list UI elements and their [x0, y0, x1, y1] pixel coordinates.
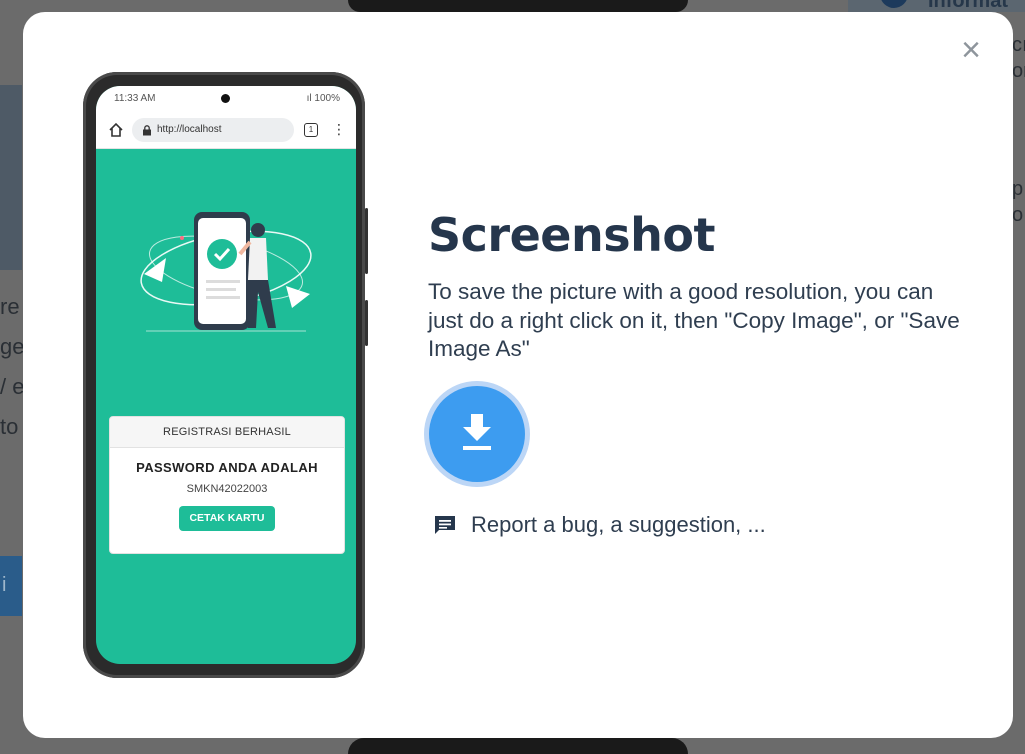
home-icon	[109, 122, 123, 137]
success-illustration	[140, 212, 312, 332]
download-icon	[463, 414, 491, 450]
background-text: / e	[0, 374, 25, 399]
browser-url-bar: http://localhost 1 ⋮	[96, 112, 356, 149]
print-card-button[interactable]: CETAK KARTU	[179, 506, 275, 531]
phone-mockup: 11:33 AM ıl 100% http://localhost 1 ⋮ RE…	[83, 72, 368, 678]
address-bar: http://localhost	[132, 118, 294, 142]
background-text: ge	[0, 334, 25, 359]
menu-dots-icon: ⋮	[332, 121, 346, 137]
registration-result-card: REGISTRASI BERHASIL PASSWORD ANDA ADALAH…	[109, 416, 345, 554]
password-code: SMKN42022003	[186, 483, 268, 495]
download-button[interactable]	[424, 381, 530, 487]
report-text: Report a bug, a suggestion, ...	[471, 512, 766, 537]
background-text: to	[0, 414, 19, 439]
card-header: REGISTRASI BERHASIL	[110, 417, 344, 448]
modal-description: To save the picture with a good resoluti…	[428, 279, 960, 361]
close-button[interactable]: ×	[957, 33, 985, 67]
background-phone-bottom	[348, 738, 688, 754]
background-sidebar-panel	[0, 85, 22, 270]
tab-count-icon: 1	[304, 123, 318, 137]
background-text: re	[0, 294, 20, 319]
background-button: i	[0, 556, 22, 616]
background-text: o	[1012, 204, 1024, 226]
background-text: p	[1012, 178, 1024, 200]
background-phone-top	[348, 0, 688, 12]
battery-status: ıl 100%	[306, 93, 340, 104]
download-button-inner	[429, 386, 525, 482]
screenshot-modal: × 11:33 AM ıl 100% http://localhost 1 ⋮ …	[23, 12, 1013, 738]
background-button-label: i	[2, 574, 7, 596]
status-bar: 11:33 AM ıl 100%	[96, 86, 356, 112]
chat-icon	[435, 516, 455, 534]
lock-icon	[143, 125, 151, 136]
card-title: PASSWORD ANDA ADALAH	[136, 460, 318, 475]
background-text: or	[1012, 60, 1025, 82]
phone-side-button	[365, 208, 368, 274]
background-text: cı	[1012, 34, 1025, 56]
url-text: http://localhost	[157, 124, 222, 135]
modal-title: Screenshot	[428, 208, 715, 262]
status-time: 11:33 AM	[114, 93, 156, 104]
camera-icon	[221, 94, 230, 103]
phone-screen[interactable]: 11:33 AM ıl 100% http://localhost 1 ⋮ RE…	[96, 86, 356, 664]
phone-side-button	[365, 300, 368, 346]
